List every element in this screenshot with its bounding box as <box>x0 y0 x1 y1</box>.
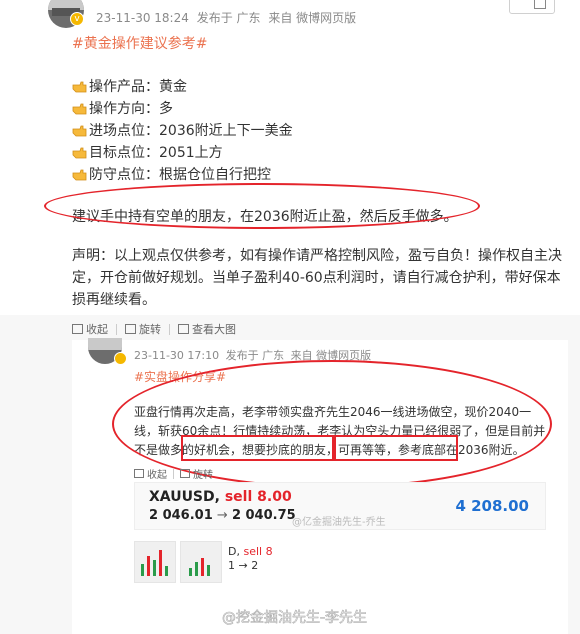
info-row-text: 防守点位：根据仓位自行把控 <box>89 167 271 183</box>
post-time[interactable]: 23-11-30 18:24 <box>96 11 189 25</box>
verified-badge-icon: v <box>70 12 84 26</box>
collapse-button[interactable]: 收起 <box>86 321 108 337</box>
trade-side: sell 8.00 <box>224 489 292 505</box>
mini-prices: 1 → 2 <box>228 559 259 572</box>
chart-thumbnail[interactable] <box>134 541 176 583</box>
trade-symbol: XAUUSD, sell 8.00 <box>149 489 292 505</box>
red-ellipse-annotation <box>44 183 480 229</box>
symbol-label: XAUUSD, <box>149 489 220 505</box>
trade-profit: 4 208.00 <box>455 497 529 515</box>
info-row-text: 操作方向：多 <box>89 101 173 117</box>
chart-thumbnail[interactable] <box>180 541 222 583</box>
mini-side: sell 8 <box>243 545 273 558</box>
verified-badge-icon <box>114 352 127 365</box>
info-row-text: 进场点位：2036附近上下一美金 <box>89 123 293 139</box>
info-row-entry: 进场点位：2036附近上下一美金 <box>72 120 293 140</box>
red-box-annotation <box>181 435 334 461</box>
view-large-button[interactable]: 查看大图 <box>192 321 236 337</box>
open-price: 2 046.01 <box>149 508 213 523</box>
quoted-toolbar: 收起 旋转 <box>134 466 213 481</box>
mini-symbol: D, <box>228 545 240 558</box>
pointing-hand-icon <box>72 79 88 93</box>
red-box-annotation <box>334 435 458 461</box>
info-row-product: 操作产品：黄金 <box>72 76 187 96</box>
rotate-icon <box>125 324 136 334</box>
info-row-stop: 防守点位：根据仓位自行把控 <box>72 164 271 184</box>
pointing-hand-icon <box>72 167 88 181</box>
expand-toggle[interactable] <box>509 0 555 14</box>
rotate-button[interactable]: 旋转 <box>139 321 161 337</box>
collapse-icon <box>134 469 144 478</box>
close-price: 2 040.75 <box>231 508 296 523</box>
quoted-rotate-label: 旋转 <box>193 470 213 481</box>
arrow-icon: → <box>216 508 228 523</box>
watermark: @亿金掘油先生-乔生 <box>292 517 386 528</box>
weibo-post: v 23-11-30 18:24 发布于 广东 来自 微博网页版 #黄金操作建议… <box>0 0 580 315</box>
info-row-text: 操作产品：黄金 <box>89 79 187 95</box>
checkbox-icon <box>534 0 546 9</box>
divider <box>169 323 170 335</box>
post-location: 发布于 广东 <box>196 11 261 25</box>
pointing-hand-icon <box>72 145 88 159</box>
trade-prices: 2 046.01 → 2 040.75 <box>149 508 296 523</box>
divider <box>173 468 174 479</box>
pointing-hand-icon <box>72 101 88 115</box>
info-row-text: 目标点位：2051上方 <box>89 145 223 161</box>
post-source: 来自 微博网页版 <box>268 11 357 25</box>
divider <box>116 323 117 335</box>
info-row-target: 目标点位：2051上方 <box>72 142 223 162</box>
bottom-watermark: @挖金掘油先生-李先生 <box>222 610 368 627</box>
thumbnail-strip <box>134 541 222 583</box>
rotate-icon <box>180 469 190 478</box>
hashtag-link[interactable]: #黄金操作建议参考# <box>72 33 207 53</box>
quoted-time: 23-11-30 17:10 <box>134 349 220 362</box>
collapse-icon <box>72 324 83 334</box>
post-meta: 23-11-30 18:24 发布于 广东 来自 微博网页版 <box>96 9 360 26</box>
info-row-direction: 操作方向：多 <box>72 98 173 118</box>
zoom-icon <box>178 324 189 334</box>
pointing-hand-icon <box>72 123 88 137</box>
quoted-location: 发布于 广东 <box>225 349 285 362</box>
image-toolbar: 收起 旋转 查看大图 <box>72 321 236 337</box>
disclaimer: 声明：以上观点仅供参考，如有操作请严格控制风险，盈亏自负！操作权自主决定，开仓前… <box>72 248 562 308</box>
mini-trade-card: D, sell 8 1 → 2 <box>228 545 273 573</box>
quoted-collapse-label: 收起 <box>147 470 167 481</box>
